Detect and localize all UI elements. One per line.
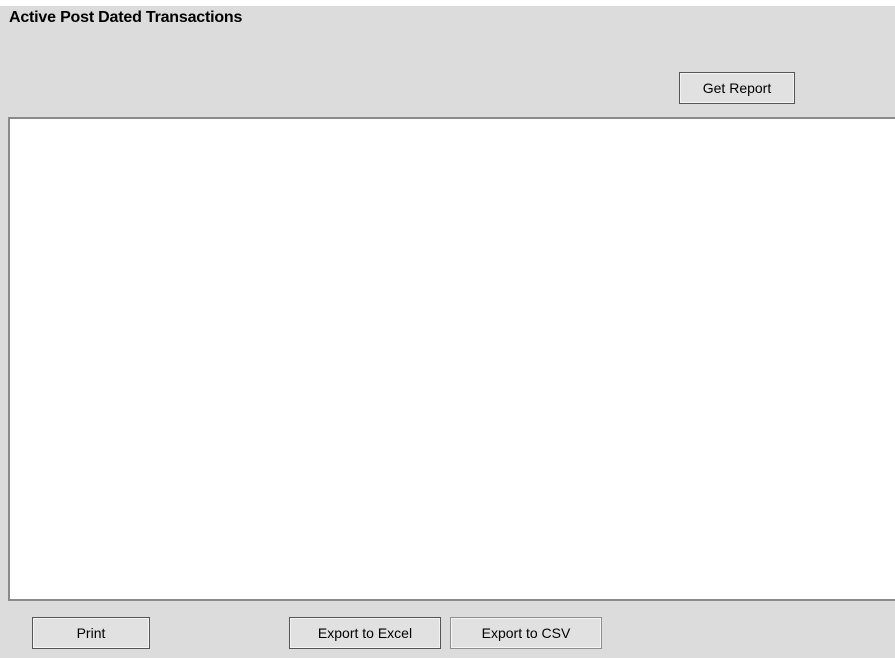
- print-button[interactable]: Print: [32, 617, 150, 649]
- report-viewer[interactable]: [8, 117, 895, 601]
- export-to-csv-button[interactable]: Export to CSV: [450, 617, 602, 649]
- page-title: Active Post Dated Transactions: [9, 9, 243, 26]
- get-report-button[interactable]: Get Report: [679, 72, 795, 104]
- export-to-excel-button[interactable]: Export to Excel: [289, 617, 441, 649]
